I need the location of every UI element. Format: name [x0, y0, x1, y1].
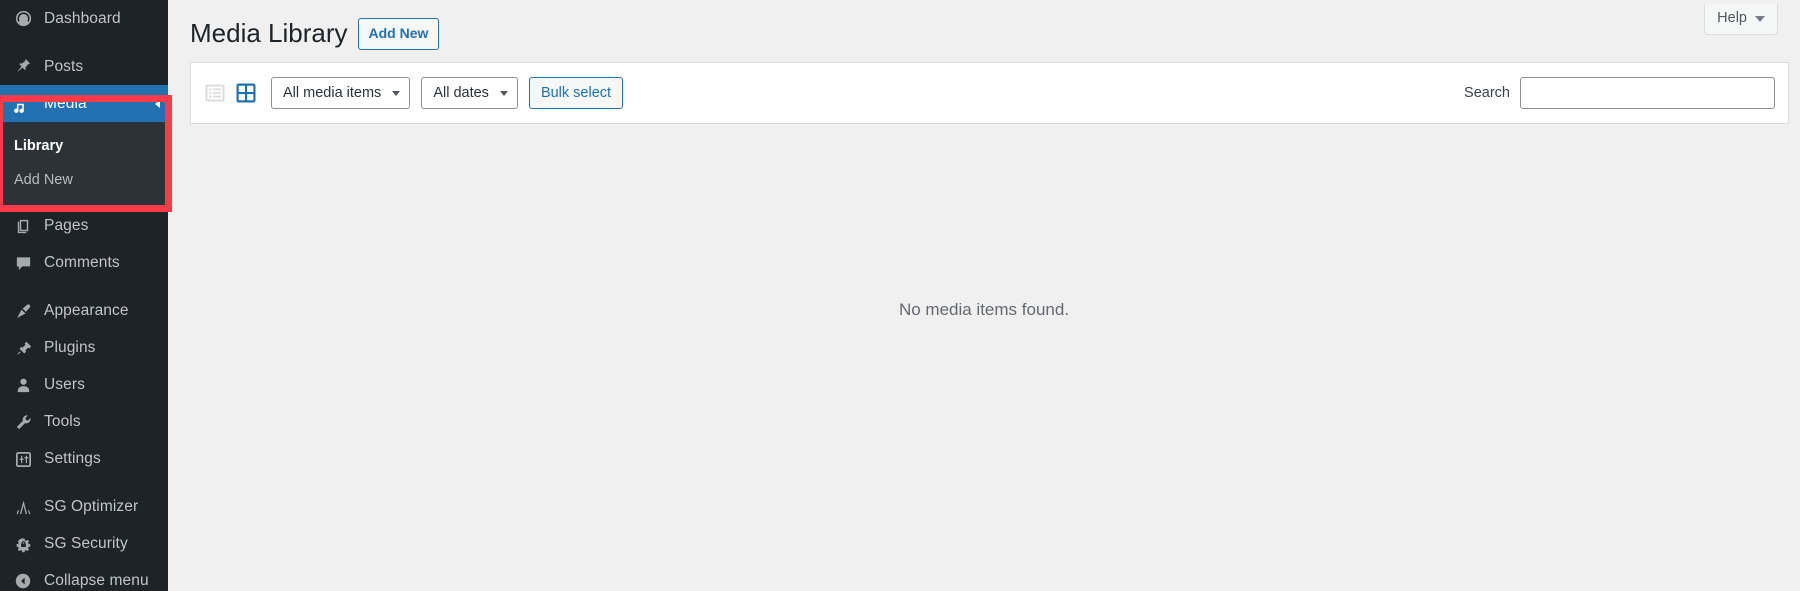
sidebar-item-pages[interactable]: Pages	[0, 208, 168, 245]
help-button-label: Help	[1717, 10, 1747, 26]
sidebar-item-label: Settings	[44, 450, 101, 468]
sidebar-item-sg-optimizer[interactable]: SG Optimizer	[0, 489, 168, 526]
date-filter-value: All dates	[433, 85, 489, 101]
dashboard-gauge-icon	[12, 8, 34, 30]
search-label: Search	[1464, 85, 1510, 101]
chevron-down-icon	[1755, 15, 1765, 22]
sg-optimizer-peak-icon	[12, 496, 34, 518]
search-area: Search	[1464, 77, 1775, 109]
pin-icon	[12, 56, 34, 78]
paintbrush-icon	[12, 300, 34, 322]
view-mode-switch	[204, 82, 257, 104]
submenu-item-add-new[interactable]: Add New	[0, 164, 168, 198]
date-filter-select[interactable]: All dates	[421, 77, 518, 109]
empty-state-message: No media items found.	[898, 300, 1070, 319]
sidebar-separator	[0, 478, 168, 489]
media-type-filter-select[interactable]: All media items	[271, 77, 411, 109]
sidebar-separator	[0, 282, 168, 293]
grid-view-icon[interactable]	[235, 82, 257, 104]
wrench-icon	[12, 411, 34, 433]
sidebar-item-appearance[interactable]: Appearance	[0, 293, 168, 330]
sidebar-item-posts[interactable]: Posts	[0, 48, 168, 85]
main-content-area: Help Media Library Add New All media ite…	[168, 0, 1800, 591]
submenu-item-library[interactable]: Library	[0, 130, 168, 164]
chevron-left-icon	[155, 99, 160, 108]
sidebar-item-media[interactable]: Media	[0, 85, 168, 122]
sidebar-item-plugins[interactable]: Plugins	[0, 330, 168, 367]
bulk-select-button[interactable]: Bulk select	[528, 77, 624, 109]
sidebar-item-label: Posts	[44, 57, 84, 75]
gear-lock-icon	[12, 533, 34, 555]
sidebar-item-label: Plugins	[44, 339, 96, 357]
sidebar-item-comments[interactable]: Comments	[0, 245, 168, 282]
sidebar-item-sg-security[interactable]: SG Security	[0, 526, 168, 563]
sidebar-separator	[0, 37, 168, 48]
user-icon	[12, 374, 34, 396]
sidebar-item-label: SG Security	[44, 535, 128, 553]
chevron-down-icon	[499, 91, 508, 96]
plug-icon	[12, 337, 34, 359]
sidebar-item-label: Media	[44, 94, 87, 112]
sliders-icon	[12, 448, 34, 470]
pages-icon	[12, 215, 34, 237]
search-input[interactable]	[1520, 77, 1775, 109]
sidebar-item-tools[interactable]: Tools	[0, 404, 168, 441]
sidebar-item-label: SG Optimizer	[44, 498, 139, 516]
sidebar-item-collapse-menu[interactable]: Collapse menu	[0, 563, 168, 591]
add-new-button[interactable]: Add New	[357, 17, 440, 50]
media-toolbar: All media items All dates Bulk select Se…	[190, 62, 1789, 124]
page-title-row: Media Library Add New	[168, 0, 1800, 51]
media-type-filter-value: All media items	[283, 85, 382, 101]
help-button[interactable]: Help	[1704, 4, 1778, 36]
admin-sidebar: Dashboard Posts Media Library Add New Pa…	[0, 0, 172, 591]
sidebar-item-label: Tools	[44, 413, 81, 431]
sidebar-item-label: Pages	[44, 217, 89, 235]
comment-bubble-icon	[12, 252, 34, 274]
sidebar-item-label: Dashboard	[44, 9, 121, 27]
help-button-wrap: Help	[1704, 4, 1778, 36]
sidebar-item-users[interactable]: Users	[0, 367, 168, 404]
sidebar-item-label: Appearance	[44, 302, 129, 320]
page-title: Media Library	[190, 18, 348, 48]
chevron-down-icon	[392, 91, 401, 96]
collapse-arrow-left-icon	[12, 570, 34, 591]
sidebar-item-label: Comments	[44, 254, 120, 272]
sidebar-item-dashboard[interactable]: Dashboard	[0, 0, 168, 37]
media-camera-icon	[12, 93, 34, 115]
list-view-icon[interactable]	[204, 82, 226, 104]
sidebar-item-settings[interactable]: Settings	[0, 441, 168, 478]
sidebar-item-label: Users	[44, 376, 85, 394]
wordpress-admin-screen: Dashboard Posts Media Library Add New Pa…	[0, 0, 1800, 591]
sidebar-item-label: Collapse menu	[44, 572, 149, 590]
media-submenu: Library Add New	[0, 122, 168, 208]
